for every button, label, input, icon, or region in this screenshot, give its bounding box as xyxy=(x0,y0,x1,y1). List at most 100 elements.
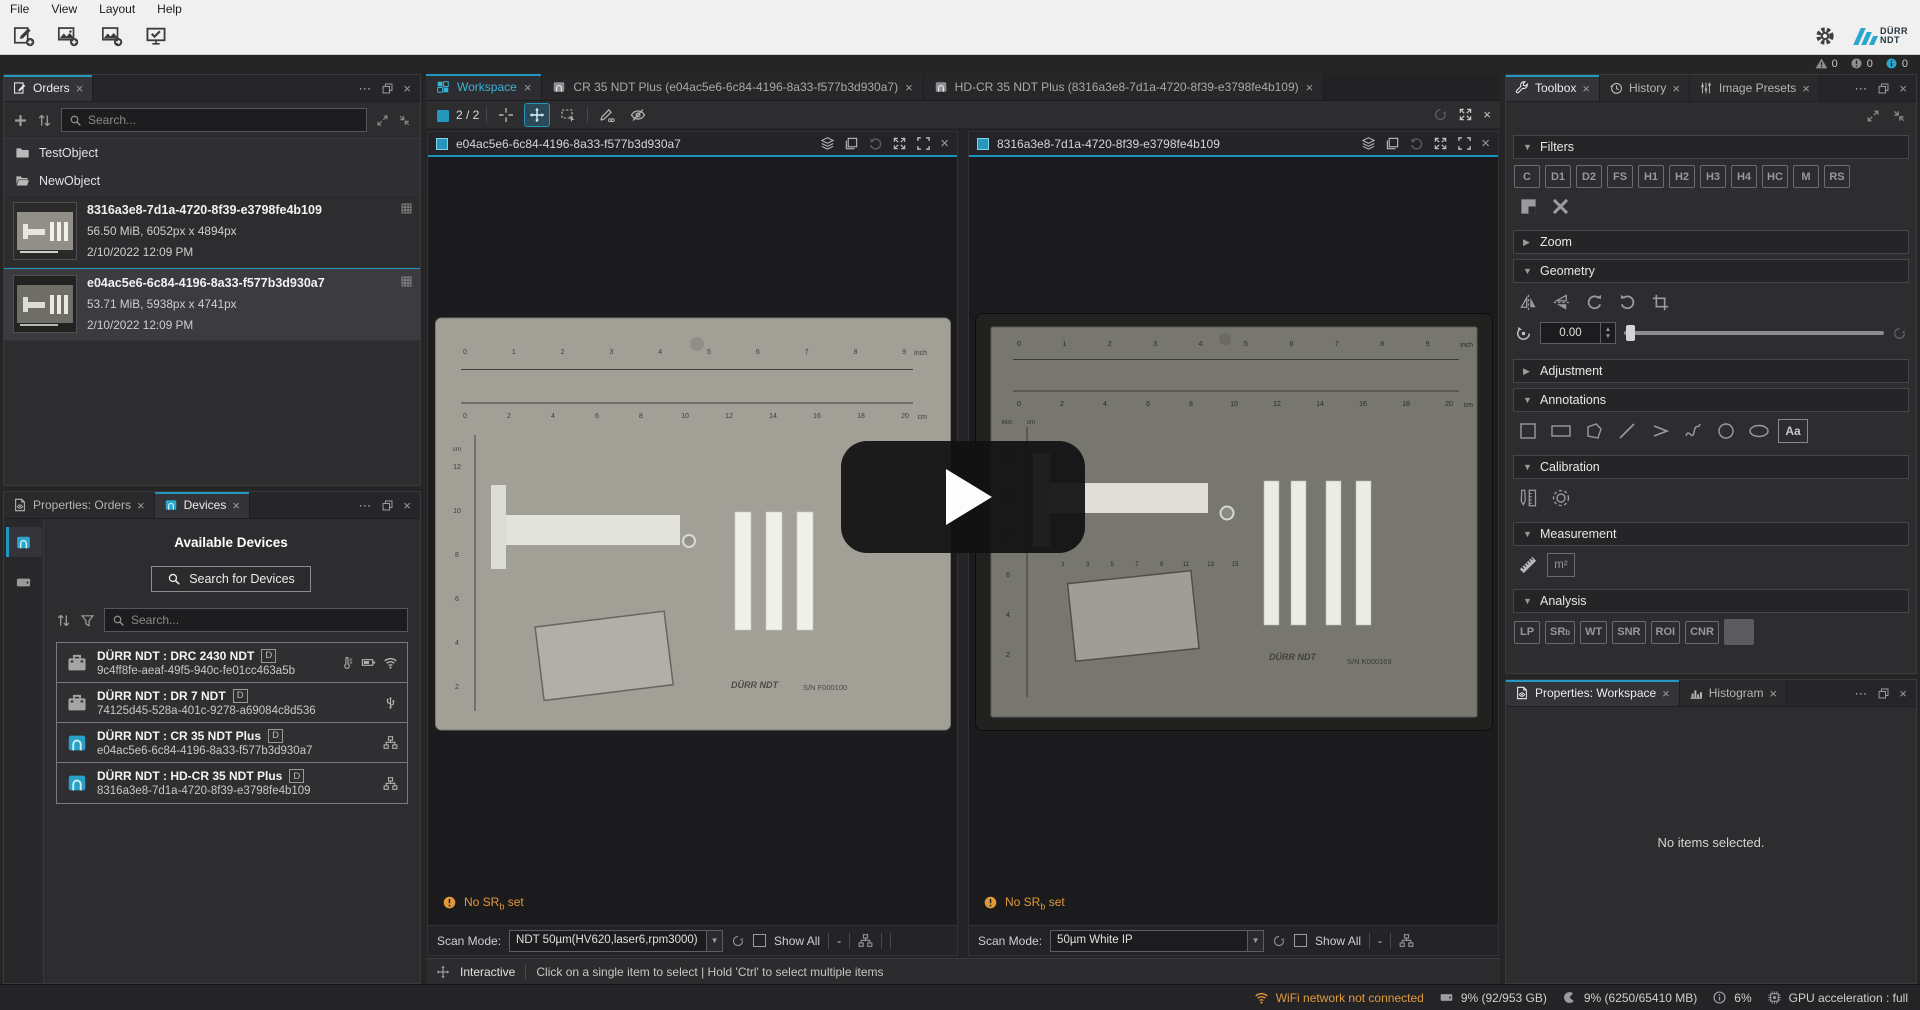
crop-button[interactable] xyxy=(1646,289,1674,315)
area-measurement-button[interactable]: m² xyxy=(1547,553,1575,577)
circle-calibration-button[interactable] xyxy=(1547,485,1575,511)
gallery-icon[interactable] xyxy=(844,136,859,151)
collapse-all-sections-icon[interactable] xyxy=(1892,109,1906,123)
tab-properties-workspace[interactable]: Properties: Workspace × xyxy=(1506,680,1680,706)
section-adjustment[interactable]: ▶ Adjustment xyxy=(1513,359,1909,383)
category-scanners[interactable] xyxy=(6,527,42,557)
rotation-angle-input[interactable]: 0.00 ▲▼ xyxy=(1540,322,1616,344)
acceptance-test-button[interactable] xyxy=(140,22,172,50)
new-order-button[interactable] xyxy=(8,22,40,50)
popout-icon[interactable] xyxy=(381,499,394,512)
device-row-cr35[interactable]: DÜRR NDT : CR 35 NDT PlusD e04ac5e6-6c84… xyxy=(57,723,407,763)
popout-icon[interactable] xyxy=(381,82,394,95)
close-icon[interactable]: × xyxy=(1483,108,1491,121)
filter-m-button[interactable]: M xyxy=(1793,165,1819,188)
expand-all-sections-icon[interactable] xyxy=(1866,109,1880,123)
close-icon[interactable]: × xyxy=(1662,687,1670,700)
fit-frame-icon[interactable] xyxy=(916,136,931,151)
filter-c-button[interactable]: C xyxy=(1514,165,1540,188)
popout-icon[interactable] xyxy=(1877,687,1890,700)
rotate-ccw-button[interactable] xyxy=(1613,289,1641,315)
menu-layout[interactable]: Layout xyxy=(99,2,135,16)
rotation-slider[interactable] xyxy=(1624,322,1884,344)
section-analysis[interactable]: ▼ Analysis xyxy=(1513,589,1909,613)
filter-d1-button[interactable]: D1 xyxy=(1545,165,1571,188)
close-panel-icon[interactable]: × xyxy=(1899,82,1907,95)
orders-search-input[interactable] xyxy=(88,113,359,127)
filter-rs-button[interactable]: RS xyxy=(1824,165,1850,188)
grid-view-icon[interactable] xyxy=(400,275,413,288)
close-icon[interactable]: × xyxy=(1306,81,1314,94)
settings-button[interactable] xyxy=(1809,22,1841,50)
tab-properties-orders[interactable]: Properties: Orders × xyxy=(4,492,155,518)
analysis-roi-button[interactable]: ROI xyxy=(1651,621,1681,644)
circle-annotation-button[interactable] xyxy=(1712,418,1740,444)
tab-image-presets[interactable]: Image Presets × xyxy=(1690,75,1820,101)
close-icon[interactable]: × xyxy=(232,499,240,512)
annotation-visibility-tool[interactable] xyxy=(595,104,619,126)
free-rotation-icon[interactable] xyxy=(1515,325,1532,342)
analysis-cnr-button[interactable]: CNR xyxy=(1685,621,1719,644)
layers-icon[interactable] xyxy=(820,136,835,151)
polygon-annotation-button[interactable] xyxy=(1580,418,1608,444)
sort-icon[interactable] xyxy=(37,113,52,128)
section-geometry[interactable]: ▼ Geometry xyxy=(1513,259,1909,283)
close-icon[interactable]: × xyxy=(1802,82,1810,95)
close-icon[interactable]: × xyxy=(905,81,913,94)
import-images-button[interactable] xyxy=(52,22,84,50)
ellipse-annotation-button[interactable] xyxy=(1745,418,1773,444)
close-icon[interactable]: × xyxy=(524,81,532,94)
order-item-1[interactable]: 8316a3e8-7d1a-4720-8f39-e3798fe4b109 56.… xyxy=(4,195,420,268)
popout-icon[interactable] xyxy=(1877,82,1890,95)
export-images-button[interactable] xyxy=(96,22,128,50)
collapse-all-icon[interactable] xyxy=(398,114,411,127)
panel-menu-icon[interactable]: ⋯ xyxy=(1854,687,1868,700)
close-icon[interactable]: × xyxy=(137,499,145,512)
layers-icon[interactable] xyxy=(1361,136,1376,151)
filter-fs-button[interactable]: FS xyxy=(1607,165,1633,188)
angle-annotation-button[interactable] xyxy=(1646,418,1674,444)
rotate-cw-button[interactable] xyxy=(1580,289,1608,315)
line-annotation-button[interactable] xyxy=(1613,418,1641,444)
length-calibration-button[interactable] xyxy=(1514,485,1542,511)
layout-icon[interactable] xyxy=(435,108,449,122)
crosshair-tool[interactable] xyxy=(494,104,518,126)
tab-orders[interactable]: Orders × xyxy=(4,75,93,101)
devices-search[interactable] xyxy=(104,608,408,632)
info-counter[interactable]: 0 xyxy=(1885,57,1908,70)
viewer-1-header[interactable]: e04ac5e6-6c84-4196-8a33-f577b3d930a7 × xyxy=(428,132,957,157)
expand-icon[interactable] xyxy=(892,136,907,151)
rectangle-annotation-button[interactable] xyxy=(1547,418,1575,444)
video-play-overlay[interactable] xyxy=(841,441,1085,553)
close-icon[interactable]: × xyxy=(1481,136,1490,151)
scan-mode-select[interactable]: 50µm White IP ▼ xyxy=(1050,930,1264,952)
devices-search-input[interactable] xyxy=(131,613,400,627)
expand-all-icon[interactable] xyxy=(376,114,389,127)
custom-filter-button[interactable] xyxy=(1514,193,1542,219)
filter-d2-button[interactable]: D2 xyxy=(1576,165,1602,188)
device-row-dr7[interactable]: DÜRR NDT : DR 7 NDTD 74125d45-528a-401c-… xyxy=(57,683,407,723)
panel-menu-icon[interactable]: ⋯ xyxy=(1854,82,1868,95)
close-icon[interactable]: × xyxy=(1769,687,1777,700)
network-icon[interactable] xyxy=(1399,933,1414,948)
close-icon[interactable]: × xyxy=(1672,82,1680,95)
decrement-button[interactable]: - xyxy=(1378,934,1382,948)
undo-icon[interactable] xyxy=(1409,136,1424,151)
close-icon[interactable]: × xyxy=(76,82,84,95)
refresh-icon[interactable] xyxy=(1272,934,1286,948)
polyline-annotation-button[interactable] xyxy=(1679,418,1707,444)
analysis-lp-button[interactable]: LP xyxy=(1514,621,1540,644)
filter-h1-button[interactable]: H1 xyxy=(1638,165,1664,188)
close-icon[interactable]: × xyxy=(1582,82,1590,95)
remove-filter-button[interactable] xyxy=(1546,193,1574,219)
section-zoom[interactable]: ▶ Zoom xyxy=(1513,230,1909,254)
undo-icon[interactable] xyxy=(868,136,883,151)
tab-devices[interactable]: Devices × xyxy=(155,492,250,518)
folder-newobject[interactable]: NewObject xyxy=(4,167,420,195)
scan-mode-select[interactable]: NDT 50µm(HV620,laser6,rpm3000) ▼ xyxy=(509,930,723,952)
close-panel-icon[interactable]: × xyxy=(403,499,411,512)
close-panel-icon[interactable]: × xyxy=(1899,687,1907,700)
tab-history[interactable]: History × xyxy=(1600,75,1690,101)
menu-view[interactable]: View xyxy=(51,2,77,16)
close-icon[interactable]: × xyxy=(940,136,949,151)
